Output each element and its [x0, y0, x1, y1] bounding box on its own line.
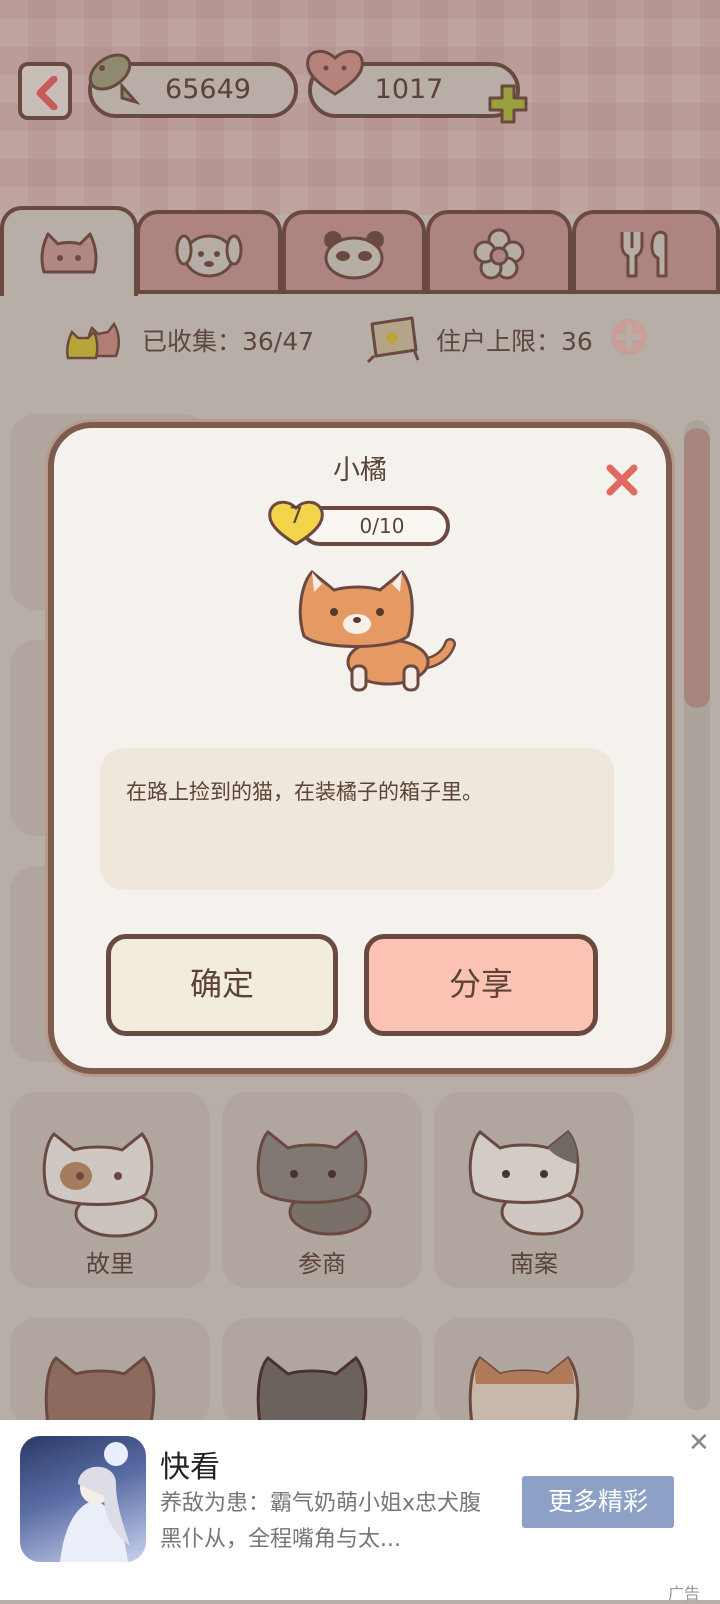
panda-face-icon	[324, 231, 384, 280]
confirm-button[interactable]: 确定	[106, 934, 338, 1036]
back-button[interactable]	[18, 62, 72, 120]
cat-card[interactable]	[434, 1318, 634, 1436]
flower-icon	[473, 228, 525, 280]
cat-detail-dialog: 小橘 0/10 7 在路上捡到的猫，在装橘子的箱子里。 确定 分享	[48, 422, 672, 1074]
cat-card[interactable]	[10, 1318, 210, 1436]
level-number: 7	[289, 504, 303, 529]
heart-count: 1017	[374, 74, 444, 105]
cat-name: 故里	[86, 1250, 134, 1278]
collected-count: 已收集：36/47	[142, 327, 315, 356]
cat-card[interactable]: 参商	[222, 1092, 422, 1288]
add-resident-button[interactable]	[610, 318, 648, 356]
stats-row: 已收集：36/47 住户上限：36	[0, 296, 720, 386]
fish-icon	[88, 53, 141, 105]
chevron-left-icon	[36, 76, 58, 110]
cat-card[interactable]: 南案	[434, 1092, 634, 1288]
progress-text: 0/10	[359, 514, 405, 538]
calico-cat-image	[42, 1131, 158, 1238]
dog-face-icon	[175, 234, 243, 278]
fish-count: 65649	[165, 74, 251, 105]
description-box: 在路上捡到的猫，在装橘子的箱子里。	[100, 748, 614, 890]
ad-description: 养敌为患：霸气奶萌小姐x忠犬腹黑仆从，全程嘴角与太...	[160, 1491, 482, 1552]
ad-title: 快看	[160, 1450, 220, 1485]
ad-close-icon[interactable]: ✕	[688, 1428, 710, 1458]
ad-banner[interactable]: 快看 养敌为患：霸气奶萌小姐x忠犬腹黑仆从，全程嘴角与太... 更多精彩 ✕ 广…	[0, 1420, 720, 1603]
resident-limit: 住户上限：36	[436, 327, 593, 356]
add-hearts-button[interactable]	[486, 82, 530, 126]
orange-cat-image	[298, 569, 456, 692]
cat-face-icon	[40, 232, 98, 274]
signboard-icon	[366, 316, 420, 364]
white-grey-cat-image	[468, 1129, 584, 1236]
tabby-cat-image	[256, 1129, 372, 1236]
cat-card[interactable]	[222, 1318, 422, 1436]
tab-dogs[interactable]	[136, 210, 282, 294]
heart-icon	[306, 50, 364, 96]
scrollbar-thumb[interactable]	[684, 428, 710, 708]
close-icon[interactable]	[602, 460, 642, 500]
ad-illustration-icon	[60, 1442, 130, 1562]
fork-knife-icon	[620, 230, 668, 278]
ad-thumbnail[interactable]	[20, 1436, 146, 1562]
tab-flowers[interactable]	[426, 210, 572, 294]
cat-description: 在路上捡到的猫，在装橘子的箱子里。	[126, 780, 483, 804]
cat-name: 南案	[510, 1250, 558, 1278]
tab-food[interactable]	[572, 210, 720, 294]
cat-name: 参商	[298, 1250, 346, 1278]
dialog-title: 小橘	[333, 455, 387, 486]
ad-label: 广告	[668, 1584, 701, 1603]
cats-collected-icon	[66, 321, 120, 360]
share-button[interactable]: 分享	[364, 934, 598, 1036]
cat-card[interactable]: 故里	[10, 1092, 210, 1288]
ad-cta-button[interactable]: 更多精彩	[522, 1476, 674, 1528]
tab-cats[interactable]	[0, 206, 138, 296]
tab-pandas[interactable]	[282, 210, 426, 294]
